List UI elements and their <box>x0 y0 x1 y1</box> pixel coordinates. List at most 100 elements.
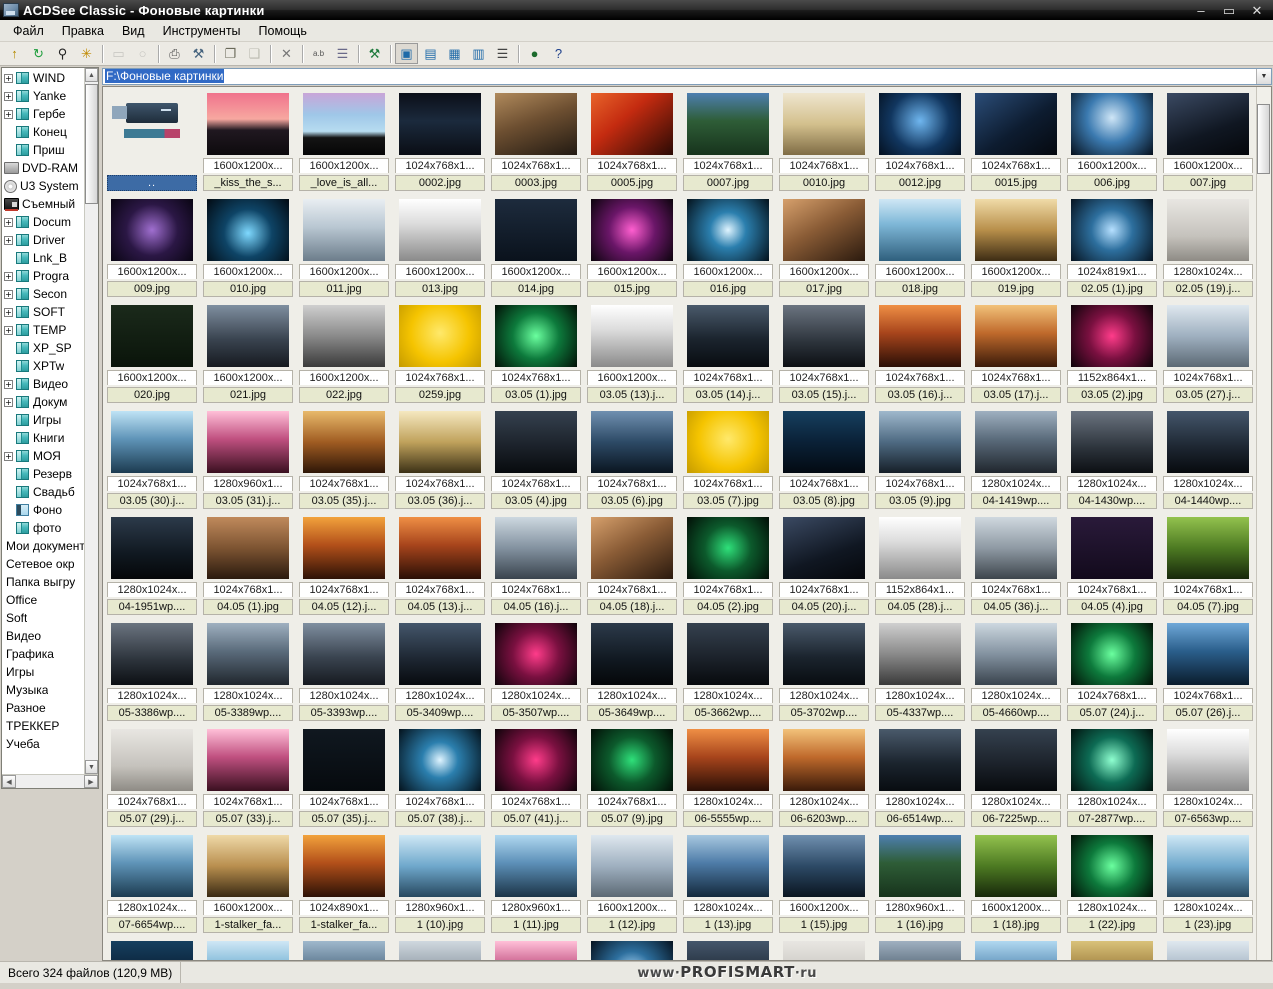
thumbnail-filename[interactable]: 02.05 (19).j... <box>1163 280 1253 297</box>
thumbnail-item[interactable]: 1024x768x1... 0002.jpg <box>392 88 488 194</box>
thumbnail-filename[interactable]: 0002.jpg <box>395 174 485 191</box>
thumbnail-item[interactable]: 1600x1200x... 015.jpg <box>584 194 680 300</box>
thumbnail-item[interactable]: 1024x768x1... 05.07 (29).j... <box>104 724 200 830</box>
thumbnail-filename[interactable]: 0005.jpg <box>587 174 677 191</box>
thumbnail-item[interactable]: 1600x1200x... 021.jpg <box>200 300 296 406</box>
thumbnail-filename[interactable]: 007.jpg <box>1163 174 1253 191</box>
thumbnail-item[interactable]: 1024x768x1... 03.05 (27).j... <box>1160 300 1256 406</box>
thumbnail-filename[interactable]: 03.05 (30).j... <box>107 492 197 509</box>
thumbnail-filename[interactable]: 03.05 (1).jpg <box>491 386 581 403</box>
thumbnail-item[interactable]: 1280x1024x... 07-6563wp.... <box>1160 724 1256 830</box>
menu-view[interactable]: Вид <box>113 22 154 40</box>
thumbnail-filename[interactable]: 018.jpg <box>875 280 965 297</box>
thumbnail-item[interactable]: 1024x768x1... 04.05 (13).j... <box>392 512 488 618</box>
address-bar[interactable]: F:\Фоновые картинки ▼ <box>102 68 1272 85</box>
thumbnail-item[interactable]: 1600x1200x... 1 (15).jpg <box>776 830 872 936</box>
tree-expander-icon[interactable]: + <box>4 73 13 83</box>
thumbnail-item[interactable]: 1280x1024x... 06-6514wp.... <box>872 724 968 830</box>
thumbnail-filename[interactable]: 010.jpg <box>203 280 293 297</box>
thumbnail-filename[interactable]: 03.05 (31).j... <box>203 492 293 509</box>
thumbnail-filename[interactable]: 05.07 (24).j... <box>1067 704 1157 721</box>
tree-expander-icon[interactable]: + <box>4 217 13 227</box>
tree-scroll-up-button[interactable]: ▲ <box>85 68 98 82</box>
thumbnail-item[interactable]: 1600x1200x... 017.jpg <box>776 194 872 300</box>
thumbnail-filename[interactable]: 05.07 (35).j... <box>299 810 389 827</box>
view-thumbnails-icon[interactable]: ▣ <box>395 43 418 64</box>
thumbnail-filename[interactable]: 03.05 (36).j... <box>395 492 485 509</box>
thumbnail-item[interactable] <box>680 936 776 960</box>
thumbnail-item[interactable]: 1600x1200x... 013.jpg <box>392 194 488 300</box>
thumbnail-filename[interactable]: 03.05 (14).j... <box>683 386 773 403</box>
thumbnail-filename[interactable]: 0007.jpg <box>683 174 773 191</box>
thumbnail-item[interactable]: 1024x768x1... 05.07 (33).j... <box>200 724 296 830</box>
thumbnail-filename[interactable]: 03.05 (16).j... <box>875 386 965 403</box>
thumbnail-filename[interactable]: 1 (16).jpg <box>875 916 965 933</box>
thumbnail-item[interactable]: 1024x819x1... 02.05 (1).jpg <box>1064 194 1160 300</box>
close-button[interactable]: ✕ <box>1243 1 1271 19</box>
thumbnail-filename[interactable]: 06-5555wp.... <box>683 810 773 827</box>
up-folder-icon[interactable]: ↑ <box>3 43 26 64</box>
thumbnail-item[interactable]: 1280x1024x... 05-4660wp.... <box>968 618 1064 724</box>
view-large-icons-icon[interactable]: ▦ <box>443 43 466 64</box>
thumbnail-filename[interactable]: 0259.jpg <box>395 386 485 403</box>
print-icon[interactable]: ⎙ <box>163 43 186 64</box>
thumbnail-item[interactable]: 1600x1200x... 019.jpg <box>968 194 1064 300</box>
thumbnail-filename[interactable]: 05.07 (29).j... <box>107 810 197 827</box>
thumbnail-item[interactable]: 1024x768x1... 0007.jpg <box>680 88 776 194</box>
thumbnail-item[interactable]: 1280x1024x... 04-1430wp.... <box>1064 406 1160 512</box>
tree-expander-icon[interactable]: + <box>4 91 13 101</box>
thumbnail-filename[interactable]: 05.07 (26).j... <box>1163 704 1253 721</box>
thumbnail-item[interactable]: 1024x768x1... 03.05 (15).j... <box>776 300 872 406</box>
thumbnail-item[interactable]: 1024x768x1... 03.05 (6).jpg <box>584 406 680 512</box>
tree-expander-icon[interactable]: + <box>4 235 13 245</box>
thumbnail-item[interactable]: 1024x890x1... 1-stalker_fa... <box>296 830 392 936</box>
thumbnail-item[interactable]: 1280x1024x... 1 (13).jpg <box>680 830 776 936</box>
thumbnail-filename[interactable]: 05-3386wp.... <box>107 704 197 721</box>
thumbnail-filename[interactable]: 05-3389wp.... <box>203 704 293 721</box>
thumbnail-filename[interactable]: 04-1430wp.... <box>1067 492 1157 509</box>
thumbnail-filename[interactable]: 04.05 (12).j... <box>299 598 389 615</box>
thumbnail-item[interactable]: 1024x768x1... 03.05 (8).jpg <box>776 406 872 512</box>
thumbnail-item[interactable]: 1600x1200x... 1 (12).jpg <box>584 830 680 936</box>
thumbnail-filename[interactable]: 04.05 (18).j... <box>587 598 677 615</box>
thumbnail-item[interactable]: 1024x768x1... 0003.jpg <box>488 88 584 194</box>
thumbnail-item[interactable] <box>488 936 584 960</box>
thumbnail-item[interactable]: 1024x768x1... 05.07 (26).j... <box>1160 618 1256 724</box>
thumbnail-item[interactable]: 1024x768x1... 04.05 (36).j... <box>968 512 1064 618</box>
thumbnail-item[interactable]: 1152x864x1... 03.05 (2).jpg <box>1064 300 1160 406</box>
thumbnail-filename[interactable]: 006.jpg <box>1067 174 1157 191</box>
thumbnail-filename[interactable]: 04-1440wp.... <box>1163 492 1253 509</box>
thumbnail-item[interactable] <box>776 936 872 960</box>
thumbnail-filename[interactable]: 04.05 (1).jpg <box>203 598 293 615</box>
thumbnail-item[interactable]: 1024x768x1... 04.05 (1).jpg <box>200 512 296 618</box>
thumbnail-item[interactable]: 1280x1024x... 05-3702wp.... <box>776 618 872 724</box>
thumbnail-filename[interactable]: 017.jpg <box>779 280 869 297</box>
thumbnail-filename[interactable]: 011.jpg <box>299 280 389 297</box>
thumbnail-filename[interactable]: 022.jpg <box>299 386 389 403</box>
thumbnail-item[interactable]: 1024x768x1... 03.05 (36).j... <box>392 406 488 512</box>
minimize-button[interactable]: – <box>1187 1 1215 19</box>
thumbnail-filename[interactable]: 03.05 (35).j... <box>299 492 389 509</box>
thumbnail-filename[interactable]: 1 (15).jpg <box>779 916 869 933</box>
help-icon[interactable]: ? <box>547 43 570 64</box>
thumbnail-filename[interactable]: 0015.jpg <box>971 174 1061 191</box>
thumbnail-item[interactable]: 1024x768x1... 03.05 (30).j... <box>104 406 200 512</box>
thumbnail-filename[interactable]: 015.jpg <box>587 280 677 297</box>
thumbnail-item[interactable]: 1280x1024x... 04-1951wp.... <box>104 512 200 618</box>
thumbnail-filename[interactable]: 03.05 (2).jpg <box>1067 386 1157 403</box>
thumbnail-filename[interactable]: 1 (13).jpg <box>683 916 773 933</box>
thumbnail-filename[interactable]: 1 (22).jpg <box>1067 916 1157 933</box>
view-details-icon[interactable]: ☰ <box>491 43 514 64</box>
thumbnail-item[interactable]: 1280x1024x... 05-4337wp.... <box>872 618 968 724</box>
thumbnail-item[interactable]: 1024x768x1... 03.05 (35).j... <box>296 406 392 512</box>
thumbnail-item[interactable] <box>872 936 968 960</box>
thumbnail-filename[interactable]: 04.05 (36).j... <box>971 598 1061 615</box>
tree-horizontal-scrollbar[interactable]: ◀ ▶ <box>2 774 98 788</box>
tree-scroll-thumb[interactable] <box>85 84 98 204</box>
thumbnail-item[interactable] <box>392 936 488 960</box>
thumbnail-item[interactable] <box>200 936 296 960</box>
thumbnail-item[interactable] <box>104 936 200 960</box>
thumbnail-item[interactable]: 1600x1200x... 014.jpg <box>488 194 584 300</box>
thumbnail-item[interactable]: 1024x768x1... 03.05 (7).jpg <box>680 406 776 512</box>
tree-expander-icon[interactable]: + <box>4 379 13 389</box>
